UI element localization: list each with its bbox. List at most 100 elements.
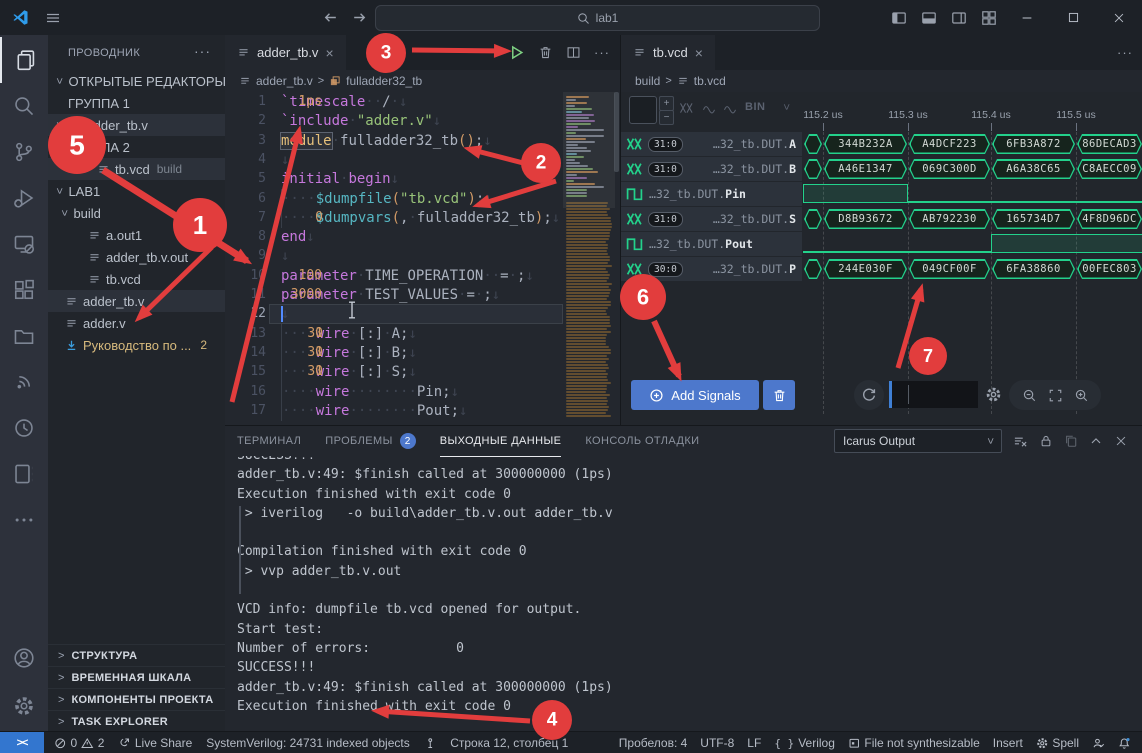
add-signals-button[interactable]: Add Signals <box>631 380 759 410</box>
tree-item-Руководство по ...[interactable]: Руководство по ...2 <box>48 334 225 356</box>
account-icon[interactable] <box>0 635 48 681</box>
run-debug-icon[interactable] <box>0 175 48 221</box>
code-line-16[interactable]: 16····wire········Pin;↓ <box>225 382 620 402</box>
output-console[interactable]: SUCCESS!!! adder_tb.v:49: $finish called… <box>225 456 1142 732</box>
close-tab-icon[interactable]: × <box>325 45 333 61</box>
problems-status[interactable]: 02 <box>54 736 104 750</box>
code-line-8[interactable]: 8end↓ <box>225 227 620 247</box>
code-line-13[interactable]: 13····wire·[31:0]·A;↓ <box>225 324 620 344</box>
toggle-secondary-sidebar-icon[interactable] <box>944 0 974 35</box>
notifications[interactable] <box>1118 737 1131 750</box>
tab-tb-vcd[interactable]: tb.vcd × <box>621 35 715 70</box>
editor-group-label[interactable]: ГРУППА 1 <box>48 92 225 114</box>
timeline-icon[interactable] <box>0 405 48 451</box>
settings-gear-icon[interactable] <box>985 386 1002 403</box>
extensions-icon[interactable] <box>0 267 48 313</box>
explorer-icon[interactable] <box>0 37 50 83</box>
synthesis-status[interactable]: File not synthesizable <box>848 736 980 750</box>
close-panel-icon[interactable] <box>1114 434 1128 448</box>
code-line-5[interactable]: 5initial·begin↓ <box>225 169 620 189</box>
code-line-7[interactable]: 7····$dumpvars(0,·fulladder32_tb);↓ <box>225 208 620 228</box>
refresh-button[interactable] <box>854 380 884 410</box>
signal-row-S[interactable]: 31:0…32_tb.DUT.S <box>621 207 802 231</box>
notebook-icon[interactable] <box>0 451 48 497</box>
clear-output-icon[interactable] <box>1013 434 1028 449</box>
close-tab-icon[interactable]: × <box>695 45 703 61</box>
back-icon[interactable] <box>322 9 339 26</box>
panel-tab-ВЫХОДНЫЕ ДАННЫЕ[interactable]: ВЫХОДНЫЕ ДАННЫЕ <box>440 426 562 457</box>
split-editor-icon[interactable] <box>566 45 581 60</box>
more-actions-icon[interactable]: ··· <box>594 45 610 60</box>
panel-tab-ТЕРМИНАЛ[interactable]: ТЕРМИНАЛ <box>237 426 301 456</box>
tree-item-adder_tb.v.out[interactable]: adder_tb.v.out <box>48 246 225 268</box>
tree-item-build[interactable]: >build <box>48 202 225 224</box>
section-ОТКРЫТЫЕ РЕДАКТОРЫ[interactable]: >ОТКРЫТЫЕ РЕДАКТОРЫ <box>48 70 225 92</box>
settings-icon[interactable] <box>0 683 48 729</box>
zoom-out-small-button[interactable]: − <box>659 110 674 125</box>
code-line-11[interactable]: 11parameter·TEST_VALUES·=·3000;↓ <box>225 285 620 305</box>
zoom-in-small-button[interactable]: + <box>659 96 674 111</box>
panel-tab-ПРОБЛЕМЫ[interactable]: ПРОБЛЕМЫ2 <box>325 426 415 456</box>
code-line-3[interactable]: 3module·fulladder32_tb();↓ <box>225 131 620 151</box>
cursor-color-box[interactable] <box>629 96 657 124</box>
sidebar-more-icon[interactable]: ··· <box>194 43 211 59</box>
cursor-position[interactable]: Строка 12, столбец 1 <box>450 736 568 750</box>
minimize-button[interactable] <box>1004 0 1050 35</box>
tab-adder-tb[interactable]: adder_tb.v × <box>225 35 346 70</box>
run-button[interactable] <box>508 44 525 61</box>
maximize-button[interactable] <box>1050 0 1096 35</box>
vertical-scrollbar[interactable] <box>614 92 619 172</box>
search-icon[interactable] <box>0 83 48 129</box>
open-editor-tb.vcd[interactable]: tb.vcdbuild <box>48 158 225 180</box>
section-СТРУКТУРА[interactable]: >СТРУКТУРА <box>48 644 225 667</box>
code-line-17[interactable]: 17····wire········Pout;↓ <box>225 401 620 421</box>
lock-icon[interactable] <box>1039 434 1053 448</box>
menu-icon[interactable] <box>45 10 61 26</box>
encoding[interactable]: UTF-8 <box>700 736 734 750</box>
analog-wave-icon[interactable] <box>701 103 717 114</box>
tree-item-adder_tb.v[interactable]: adder_tb.v <box>48 290 225 312</box>
remote-explorer-icon[interactable] <box>0 221 48 267</box>
remote-indicator[interactable]: >< <box>0 732 44 753</box>
toggle-sidebar-icon[interactable] <box>884 0 914 35</box>
indexing-icon[interactable] <box>424 737 437 750</box>
code-editor[interactable]: 1`timescale·1ns·/·1ps↓2`include·"adder.v… <box>225 92 620 425</box>
time-input[interactable] <box>889 381 978 408</box>
language-mode[interactable]: { }Verilog <box>774 736 835 750</box>
code-line-9[interactable]: 9↓ <box>225 246 620 266</box>
indentation[interactable]: Пробелов: 4 <box>619 736 688 750</box>
customize-layout-icon[interactable] <box>974 0 1004 35</box>
tree-item-a.out1[interactable]: a.out1 <box>48 224 225 246</box>
close-button[interactable] <box>1096 0 1142 35</box>
code-line-1[interactable]: 1`timescale·1ns·/·1ps↓ <box>225 92 620 112</box>
breadcrumb[interactable]: build> tb.vcd <box>621 70 1142 92</box>
spell-checker[interactable]: Spell <box>1036 736 1079 750</box>
fit-screen-icon[interactable] <box>1048 388 1063 403</box>
eol[interactable]: LF <box>747 736 761 750</box>
code-line-12[interactable]: 12↓ <box>225 304 620 324</box>
code-line-14[interactable]: 14····wire·[31:0]·B;↓ <box>225 343 620 363</box>
open-in-editor-icon[interactable] <box>1064 434 1078 448</box>
insert-mode[interactable]: Insert <box>993 736 1023 750</box>
toggle-panel-icon[interactable] <box>914 0 944 35</box>
panel-tab-КОНСОЛЬ ОТЛАДКИ[interactable]: КОНСОЛЬ ОТЛАДКИ <box>585 426 699 456</box>
zoom-in-icon[interactable] <box>1074 388 1089 403</box>
project-folder-icon[interactable] <box>0 313 48 359</box>
forward-icon[interactable] <box>351 9 368 26</box>
signal-row-A[interactable]: 31:0…32_tb.DUT.A <box>621 132 802 156</box>
output-channel-select[interactable]: Icarus Output> <box>834 429 1002 453</box>
zoom-out-icon[interactable] <box>1022 388 1037 403</box>
source-control-icon[interactable] <box>0 129 48 175</box>
signal-row-P[interactable]: 30:0…32_tb.DUT.P <box>621 257 802 281</box>
section-КОМПОНЕНТЫ ПРОЕКТА[interactable]: >КОМПОНЕНТЫ ПРОЕКТА <box>48 688 225 711</box>
code-line-2[interactable]: 2`include·"adder.v"↓ <box>225 111 620 131</box>
code-line-6[interactable]: 6····$dumpfile("tb.vcd");↓ <box>225 189 620 209</box>
esp-idf-icon[interactable] <box>0 359 48 405</box>
code-line-4[interactable]: 4↓ <box>225 150 620 170</box>
code-line-10[interactable]: 10parameter·TIME_OPERATION··=·100;↓ <box>225 266 620 286</box>
more-actions-icon[interactable]: ··· <box>1117 45 1133 60</box>
open-editor-adder_tb.v[interactable]: >adder_tb.v <box>48 114 225 136</box>
tree-item-adder.v[interactable]: adder.v <box>48 312 225 334</box>
signal-row-Pout[interactable]: …32_tb.DUT.Pout <box>621 232 802 256</box>
editor-group-label[interactable]: ГРУППА 2 <box>48 136 225 158</box>
